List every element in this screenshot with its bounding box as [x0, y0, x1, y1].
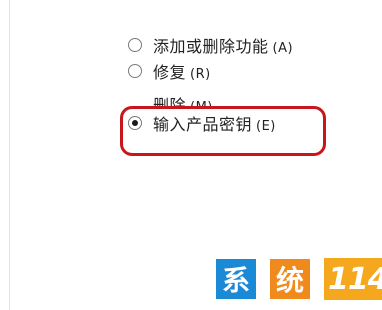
option-repair[interactable]: 修复 (R) — [128, 58, 293, 84]
highlight-annotation — [120, 106, 326, 156]
dialog-panel: 添加或删除功能 (A) 修复 (R) 删除 (M) 输入产品密钥 (E) 系 统 114 — [0, 0, 382, 310]
watermark-char-1: 系 — [216, 259, 256, 299]
option-label: 添加或删除功能 (A) — [153, 37, 294, 56]
option-label: 修复 (R) — [153, 63, 211, 82]
radio-repair[interactable] — [128, 64, 142, 78]
option-add-remove-features[interactable]: 添加或删除功能 (A) — [128, 32, 293, 58]
left-divider — [0, 0, 10, 310]
watermark-char-2: 统 — [270, 259, 310, 299]
site-watermark-logo: 系 统 114 — [216, 258, 382, 300]
watermark-number: 114 — [324, 258, 382, 300]
radio-add-remove-features[interactable] — [128, 38, 142, 52]
